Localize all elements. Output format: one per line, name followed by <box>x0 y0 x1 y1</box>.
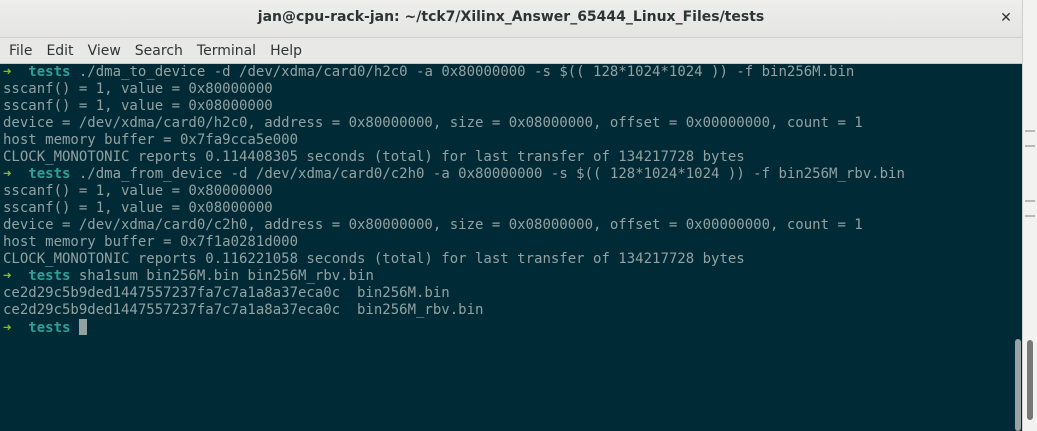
output-line: sscanf() = 1, value = 0x80000000 <box>3 81 273 97</box>
output-line: host memory buffer = 0x7fa9cca5e000 <box>3 132 299 148</box>
scrollbar-thumb[interactable] <box>1015 339 1021 431</box>
terminal-window: jan@cpu-rack-jan: ~/tck7/Xilinx_Answer_6… <box>0 0 1022 431</box>
output-line: ce2d29c5b9ded1447557237fa7c7a1a8a37eca0c… <box>3 285 450 301</box>
command-text: sha1sum bin256M.bin bin256M_rbv.bin <box>70 268 374 284</box>
window-title: jan@cpu-rack-jan: ~/tck7/Xilinx_Answer_6… <box>257 9 765 25</box>
output-line: ce2d29c5b9ded1447557237fa7c7a1a8a37eca0c… <box>3 302 484 318</box>
output-line: host memory buffer = 0x7f1a0281d000 <box>3 234 299 250</box>
output-line: device = /dev/xdma/card0/c2h0, address =… <box>3 217 863 233</box>
close-icon[interactable]: ✕ <box>996 8 1016 28</box>
background-mark <box>1025 130 1035 132</box>
text-cursor <box>78 319 87 335</box>
menu-search[interactable]: Search <box>130 38 188 64</box>
background-scrollbar <box>1027 340 1033 420</box>
terminal-scrollbar[interactable] <box>1013 64 1022 431</box>
prompt-directory: tests <box>11 320 71 336</box>
terminal-output[interactable]: ➜ tests ./dma_to_device -d /dev/xdma/car… <box>0 64 1022 431</box>
command-text <box>70 320 78 336</box>
command-text: ./dma_to_device -d /dev/xdma/card0/h2c0 … <box>70 64 855 80</box>
background-mark <box>1025 145 1035 147</box>
output-line: device = /dev/xdma/card0/h2c0, address =… <box>3 115 863 131</box>
prompt-line: ➜ tests ./dma_from_device -d /dev/xdma/c… <box>0 166 1022 183</box>
prompt-line: ➜ tests <box>0 319 1022 336</box>
background-window-edge <box>1022 0 1037 431</box>
background-mark <box>1025 200 1035 202</box>
menu-file[interactable]: File <box>4 38 37 64</box>
prompt-directory: tests <box>11 166 71 182</box>
prompt-line: ➜ tests ./dma_to_device -d /dev/xdma/car… <box>0 64 1022 81</box>
prompt-directory: tests <box>11 268 71 284</box>
background-mark <box>1025 215 1035 217</box>
output-line: sscanf() = 1, value = 0x80000000 <box>3 183 273 199</box>
output-line: CLOCK_MONOTONIC reports 0.114408305 seco… <box>3 149 745 165</box>
output-line: sscanf() = 1, value = 0x08000000 <box>3 200 273 216</box>
title-bar[interactable]: jan@cpu-rack-jan: ~/tck7/Xilinx_Answer_6… <box>0 0 1022 38</box>
prompt-line: ➜ tests sha1sum bin256M.bin bin256M_rbv.… <box>0 268 1022 285</box>
menu-view[interactable]: View <box>83 38 126 64</box>
menu-help[interactable]: Help <box>265 38 307 64</box>
prompt-directory: tests <box>11 64 71 80</box>
menu-bar: File Edit View Search Terminal Help <box>0 38 1022 64</box>
output-line: CLOCK_MONOTONIC reports 0.116221058 seco… <box>3 251 745 267</box>
menu-terminal[interactable]: Terminal <box>192 38 261 64</box>
menu-edit[interactable]: Edit <box>41 38 78 64</box>
output-line: sscanf() = 1, value = 0x08000000 <box>3 98 273 114</box>
command-text: ./dma_from_device -d /dev/xdma/card0/c2h… <box>70 166 905 182</box>
